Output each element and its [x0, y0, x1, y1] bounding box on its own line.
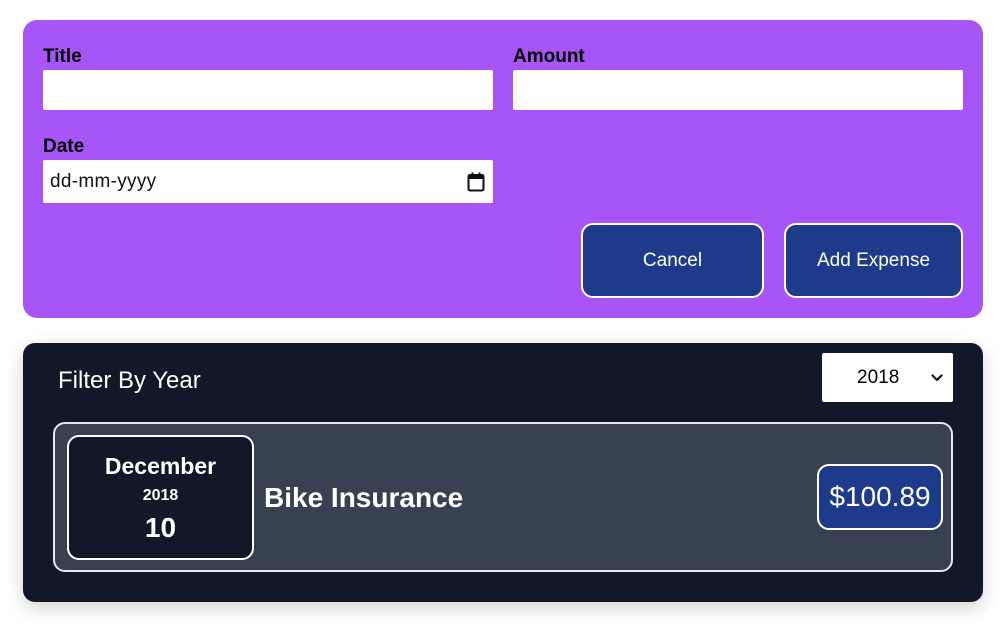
title-label: Title [43, 46, 82, 67]
year-filter-select[interactable]: 2018 [822, 353, 953, 402]
calendar-icon[interactable] [467, 172, 485, 192]
amount-input[interactable] [513, 70, 963, 110]
date-input[interactable]: dd-mm-yyyy [43, 160, 493, 203]
expenses-list: Filter By Year 2018 December 2018 10 Bik… [23, 343, 983, 602]
expense-item[interactable]: December 2018 10 Bike Insurance $100.89 [53, 422, 953, 572]
add-expense-button[interactable]: Add Expense [784, 223, 963, 298]
year-select-value: 2018 [857, 366, 900, 388]
title-input[interactable] [43, 70, 493, 110]
date-label: Date [43, 136, 85, 157]
expense-date-year: 2018 [142, 487, 179, 504]
expense-date-month: December [104, 453, 217, 479]
date-placeholder: dd-mm-yyyy [50, 170, 157, 192]
cancel-button[interactable]: Cancel [581, 223, 764, 298]
expense-date-day: 10 [144, 512, 177, 543]
expense-date: December 2018 10 [67, 435, 254, 560]
filter-label: Filter By Year [58, 367, 201, 394]
chevron-down-icon [931, 373, 943, 383]
expense-amount-badge: $100.89 [817, 464, 943, 530]
amount-label: Amount [513, 46, 585, 67]
expense-title: Bike Insurance [264, 482, 464, 513]
new-expense-form: Title Amount Date dd-mm-yyyy Cancel Add … [23, 20, 983, 318]
